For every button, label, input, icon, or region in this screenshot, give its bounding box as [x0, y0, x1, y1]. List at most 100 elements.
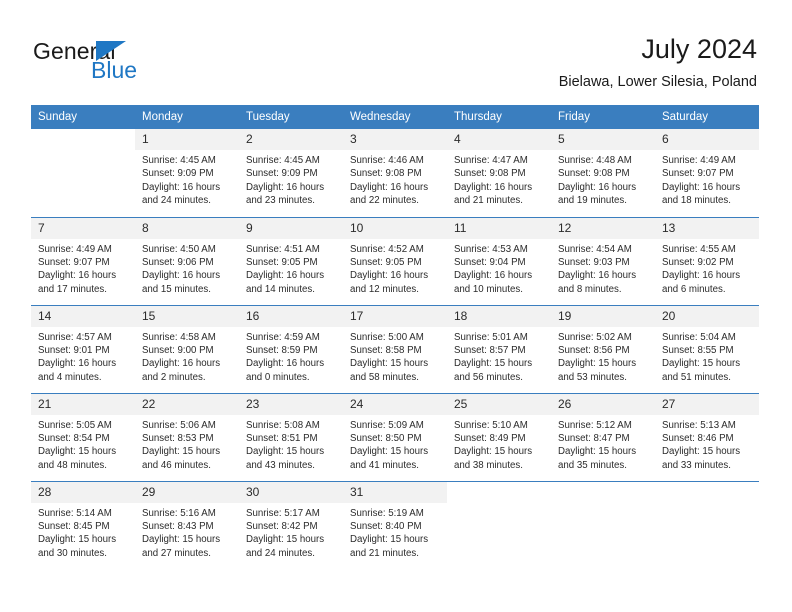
daylight-duration-line1: Daylight: 15 hours: [558, 446, 637, 458]
daylight-duration-line2: and 38 minutes.: [454, 459, 523, 471]
daylight-duration-line1: Daylight: 15 hours: [38, 534, 117, 546]
day-number: [655, 482, 759, 503]
calendar-day-cell[interactable]: 31 Sunrise: 5:19 AM Sunset: 8:40 PM Dayligh…: [343, 480, 447, 569]
calendar-day-cell[interactable]: 12 Sunrise: 4:54 AM Sunset: 9:03 PM Dayligh…: [551, 216, 655, 305]
calendar-day-cell[interactable]: 4 Sunrise: 4:47 AM Sunset: 9:08 PM Daylight…: [447, 129, 551, 217]
calendar-day-cell[interactable]: 22 Sunrise: 5:06 AM Sunset: 8:53 PM Dayligh…: [135, 392, 239, 481]
daylight-duration-line2: and 53 minutes.: [558, 371, 627, 383]
sunset-time: Sunset: 8:58 PM: [350, 344, 422, 356]
calendar-day-cell[interactable]: 26 Sunrise: 5:12 AM Sunset: 8:47 PM Dayligh…: [551, 392, 655, 481]
calendar-day-cell[interactable]: 9 Sunrise: 4:51 AM Sunset: 9:05 PM Daylight…: [239, 216, 343, 305]
sunset-time: Sunset: 8:59 PM: [246, 344, 318, 356]
calendar-day-cell[interactable]: 15 Sunrise: 4:58 AM Sunset: 9:00 PM Dayligh…: [135, 304, 239, 393]
calendar-day-cell[interactable]: 6 Sunrise: 4:49 AM Sunset: 9:07 PM Daylight…: [655, 129, 759, 217]
sunset-time: Sunset: 8:42 PM: [246, 520, 318, 532]
day-sun-info: Sunrise: 5:02 AM Sunset: 8:56 PM Daylight:…: [551, 327, 655, 385]
daylight-duration-line2: and 8 minutes.: [558, 283, 622, 295]
daylight-duration-line2: and 41 minutes.: [350, 459, 419, 471]
day-number: 22: [135, 393, 239, 415]
calendar-day-cell[interactable]: 2 Sunrise: 4:45 AM Sunset: 9:09 PM Daylight…: [239, 129, 343, 217]
calendar-day-cell[interactable]: 3 Sunrise: 4:46 AM Sunset: 9:08 PM Daylight…: [343, 129, 447, 217]
sunrise-time: Sunrise: 4:55 AM: [662, 243, 736, 255]
sunset-time: Sunset: 8:54 PM: [38, 432, 110, 444]
calendar-day-cell[interactable]: 11 Sunrise: 4:53 AM Sunset: 9:04 PM Dayligh…: [447, 216, 551, 305]
calendar-day-cell[interactable]: 28 Sunrise: 5:14 AM Sunset: 8:45 PM Dayligh…: [31, 480, 135, 569]
calendar-day-cell[interactable]: 20 Sunrise: 5:04 AM Sunset: 8:55 PM Dayligh…: [655, 304, 759, 393]
calendar-day-cell[interactable]: 29 Sunrise: 5:16 AM Sunset: 8:43 PM Dayligh…: [135, 480, 239, 569]
day-sun-info: Sunrise: 4:57 AM Sunset: 9:01 PM Daylight:…: [31, 327, 135, 385]
day-number: 9: [239, 217, 343, 239]
day-sun-info: Sunrise: 4:45 AM Sunset: 9:09 PM Daylight:…: [135, 150, 239, 208]
calendar-day-cell[interactable]: 17 Sunrise: 5:00 AM Sunset: 8:58 PM Dayligh…: [343, 304, 447, 393]
daylight-duration-line1: Daylight: 16 hours: [662, 181, 741, 193]
sunset-time: Sunset: 9:08 PM: [454, 168, 526, 180]
sunset-time: Sunset: 9:07 PM: [662, 168, 734, 180]
sunset-time: Sunset: 8:56 PM: [558, 344, 630, 356]
calendar-day-cell[interactable]: 19 Sunrise: 5:02 AM Sunset: 8:56 PM Dayligh…: [551, 304, 655, 393]
daylight-duration-line1: Daylight: 16 hours: [246, 181, 325, 193]
sunset-time: Sunset: 8:43 PM: [142, 520, 214, 532]
sunrise-time: Sunrise: 4:50 AM: [142, 243, 216, 255]
calendar-day-cell[interactable]: 7 Sunrise: 4:49 AM Sunset: 9:07 PM Daylight…: [31, 216, 135, 305]
daylight-duration-line1: Daylight: 16 hours: [142, 270, 221, 282]
sunrise-time: Sunrise: 4:45 AM: [246, 155, 320, 166]
sunrise-time: Sunrise: 5:17 AM: [246, 507, 320, 519]
calendar-day-cell[interactable]: 21 Sunrise: 5:05 AM Sunset: 8:54 PM Dayligh…: [31, 392, 135, 481]
daylight-duration-line1: Daylight: 15 hours: [38, 446, 117, 458]
calendar-day-cell[interactable]: 27 Sunrise: 5:13 AM Sunset: 8:46 PM Dayligh…: [655, 392, 759, 481]
calendar-day-cell[interactable]: 1 Sunrise: 4:45 AM Sunset: 9:09 PM Daylight…: [135, 129, 239, 217]
day-sun-info: Sunrise: 5:16 AM Sunset: 8:43 PM Daylight:…: [135, 503, 239, 561]
day-number: 21: [31, 393, 135, 415]
sunrise-time: Sunrise: 4:52 AM: [350, 243, 424, 255]
title-block: July 2024 Bielawa, Lower Silesia, Poland: [559, 33, 757, 92]
sunset-time: Sunset: 9:08 PM: [350, 168, 422, 180]
day-sun-info: Sunrise: 5:12 AM Sunset: 8:47 PM Daylight:…: [551, 415, 655, 473]
weekday-header-sunday: Sunday: [31, 105, 135, 129]
day-sun-info: Sunrise: 5:06 AM Sunset: 8:53 PM Daylight:…: [135, 415, 239, 473]
calendar-day-cell[interactable]: 23 Sunrise: 5:08 AM Sunset: 8:51 PM Dayligh…: [239, 392, 343, 481]
sunrise-time: Sunrise: 4:45 AM: [142, 155, 216, 166]
sunrise-time: Sunrise: 5:00 AM: [350, 331, 424, 343]
sunrise-time: Sunrise: 5:14 AM: [38, 507, 112, 519]
calendar-day-cell-empty: [551, 480, 655, 569]
daylight-duration-line1: Daylight: 15 hours: [662, 446, 741, 458]
sunrise-time: Sunrise: 4:51 AM: [246, 243, 320, 255]
day-number: 5: [551, 129, 655, 150]
day-number: 12: [551, 217, 655, 239]
page-header: General Blue July 2024 Bielawa, Lower Si…: [0, 0, 792, 100]
sunset-time: Sunset: 8:57 PM: [454, 344, 526, 356]
day-sun-info: Sunrise: 5:14 AM Sunset: 8:45 PM Daylight:…: [31, 503, 135, 561]
day-number: 20: [655, 305, 759, 327]
calendar-day-cell[interactable]: 30 Sunrise: 5:17 AM Sunset: 8:42 PM Dayligh…: [239, 480, 343, 569]
calendar-day-cell[interactable]: 14 Sunrise: 4:57 AM Sunset: 9:01 PM Dayligh…: [31, 304, 135, 393]
daylight-duration-line1: Daylight: 16 hours: [38, 358, 117, 370]
calendar-week-row: 7 Sunrise: 4:49 AM Sunset: 9:07 PM Daylight…: [31, 216, 759, 305]
daylight-duration-line2: and 51 minutes.: [662, 371, 731, 383]
calendar-day-cell[interactable]: 24 Sunrise: 5:09 AM Sunset: 8:50 PM Dayligh…: [343, 392, 447, 481]
sunrise-time: Sunrise: 4:49 AM: [38, 243, 112, 255]
daylight-duration-line1: Daylight: 16 hours: [454, 181, 533, 193]
calendar-day-cell[interactable]: 8 Sunrise: 4:50 AM Sunset: 9:06 PM Daylight…: [135, 216, 239, 305]
general-blue-logo[interactable]: General Blue: [33, 38, 253, 88]
sunset-time: Sunset: 9:09 PM: [246, 168, 318, 180]
sunset-time: Sunset: 9:08 PM: [558, 168, 630, 180]
calendar-day-cell[interactable]: 16 Sunrise: 4:59 AM Sunset: 8:59 PM Dayligh…: [239, 304, 343, 393]
calendar-day-cell[interactable]: 25 Sunrise: 5:10 AM Sunset: 8:49 PM Dayligh…: [447, 392, 551, 481]
day-number: 6: [655, 129, 759, 150]
daylight-duration-line2: and 27 minutes.: [142, 547, 211, 559]
day-number: [31, 129, 135, 150]
daylight-duration-line1: Daylight: 15 hours: [350, 534, 429, 546]
daylight-duration-line2: and 33 minutes.: [662, 459, 731, 471]
daylight-duration-line2: and 18 minutes.: [662, 195, 731, 207]
day-number: 25: [447, 393, 551, 415]
daylight-duration-line2: and 19 minutes.: [558, 195, 627, 207]
calendar-day-cell[interactable]: 13 Sunrise: 4:55 AM Sunset: 9:02 PM Dayligh…: [655, 216, 759, 305]
sunset-time: Sunset: 9:09 PM: [142, 168, 214, 180]
daylight-duration-line2: and 24 minutes.: [142, 195, 211, 207]
calendar-day-cell[interactable]: 10 Sunrise: 4:52 AM Sunset: 9:05 PM Dayligh…: [343, 216, 447, 305]
daylight-duration-line1: Daylight: 16 hours: [454, 270, 533, 282]
day-number: 30: [239, 481, 343, 503]
day-sun-info: Sunrise: 5:10 AM Sunset: 8:49 PM Daylight:…: [447, 415, 551, 473]
calendar-day-cell[interactable]: 5 Sunrise: 4:48 AM Sunset: 9:08 PM Daylight…: [551, 129, 655, 217]
calendar-day-cell[interactable]: 18 Sunrise: 5:01 AM Sunset: 8:57 PM Dayligh…: [447, 304, 551, 393]
